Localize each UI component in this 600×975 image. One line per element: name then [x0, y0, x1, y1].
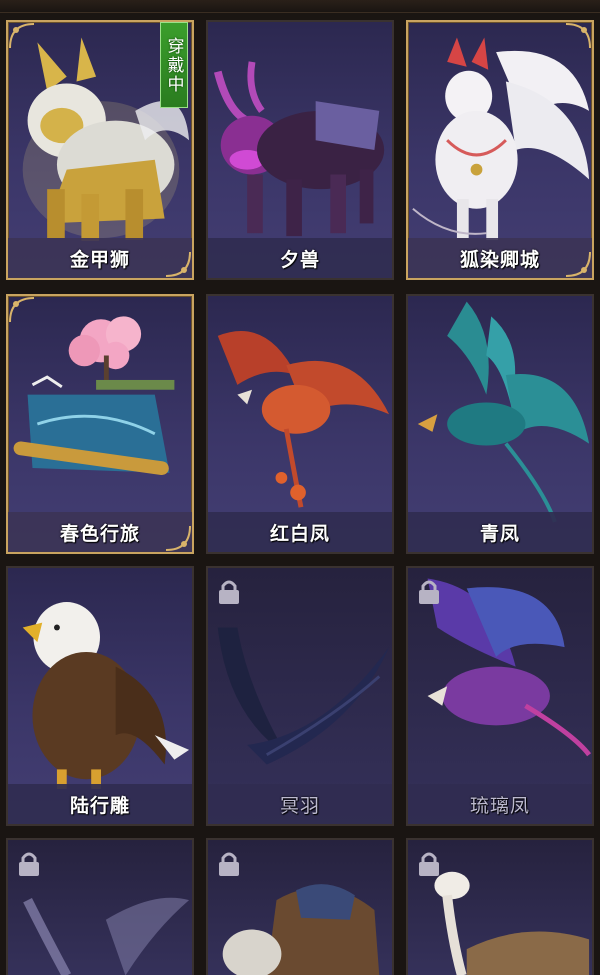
mount-name: 春色行旅	[59, 522, 140, 545]
mount-card-fox[interactable]: 狐染卿城	[406, 20, 594, 280]
mount-card-dark-feather[interactable]: 冥羽	[206, 566, 394, 826]
mount-grid: 金甲狮 穿戴中 夕兽 狐染卿城 春色行旅 红白凤 青凤 陆行雕 冥羽 琉璃凤	[0, 0, 600, 975]
mount-name: 琉璃凤	[469, 794, 530, 817]
mount-card-locked-ostrich[interactable]	[406, 838, 594, 975]
mount-name-bar: 陆行雕	[8, 784, 192, 824]
equipped-badge: 穿戴中	[160, 22, 188, 108]
mount-name: 狐染卿城	[459, 248, 540, 271]
gold-corner-ornament-icon	[165, 251, 191, 277]
mount-name: 金甲狮	[69, 248, 130, 271]
mount-card-xi-beast[interactable]: 夕兽	[206, 20, 394, 280]
mount-card-glazed-phoenix[interactable]: 琉璃凤	[406, 566, 594, 826]
gold-corner-ornament-icon	[9, 23, 35, 49]
mount-card-locked-beast[interactable]	[206, 838, 394, 975]
mount-name-bar: 琉璃凤	[408, 784, 592, 824]
mount-name: 冥羽	[279, 794, 320, 817]
mount-name-bar: 夕兽	[208, 238, 392, 278]
mount-name: 红白凤	[269, 522, 330, 545]
mount-name-bar: 红白凤	[208, 512, 392, 552]
gold-corner-ornament-icon	[165, 525, 191, 551]
padlock-icon	[19, 852, 39, 876]
mount-card-locked-wings[interactable]	[6, 838, 194, 975]
mount-name: 青凤	[479, 522, 520, 545]
mount-card-land-eagle[interactable]: 陆行雕	[6, 566, 194, 826]
mount-card-blue-phoenix[interactable]: 青凤	[406, 294, 594, 554]
gold-corner-ornament-icon	[565, 23, 591, 49]
mount-name-bar: 青凤	[408, 512, 592, 552]
gold-corner-ornament-icon	[565, 251, 591, 277]
gold-corner-ornament-icon	[9, 297, 35, 323]
mount-card-spring-journey[interactable]: 春色行旅	[6, 294, 194, 554]
mount-card-golden-lion[interactable]: 金甲狮 穿戴中	[6, 20, 194, 280]
padlock-icon	[219, 580, 239, 604]
mount-name: 陆行雕	[69, 794, 130, 817]
mount-card-red-white-phoenix[interactable]: 红白凤	[206, 294, 394, 554]
equipped-badge-label: 穿戴中	[163, 36, 184, 94]
mount-name-bar: 冥羽	[208, 784, 392, 824]
padlock-icon	[419, 580, 439, 604]
padlock-icon	[419, 852, 439, 876]
mount-name: 夕兽	[279, 248, 320, 271]
padlock-icon	[219, 852, 239, 876]
